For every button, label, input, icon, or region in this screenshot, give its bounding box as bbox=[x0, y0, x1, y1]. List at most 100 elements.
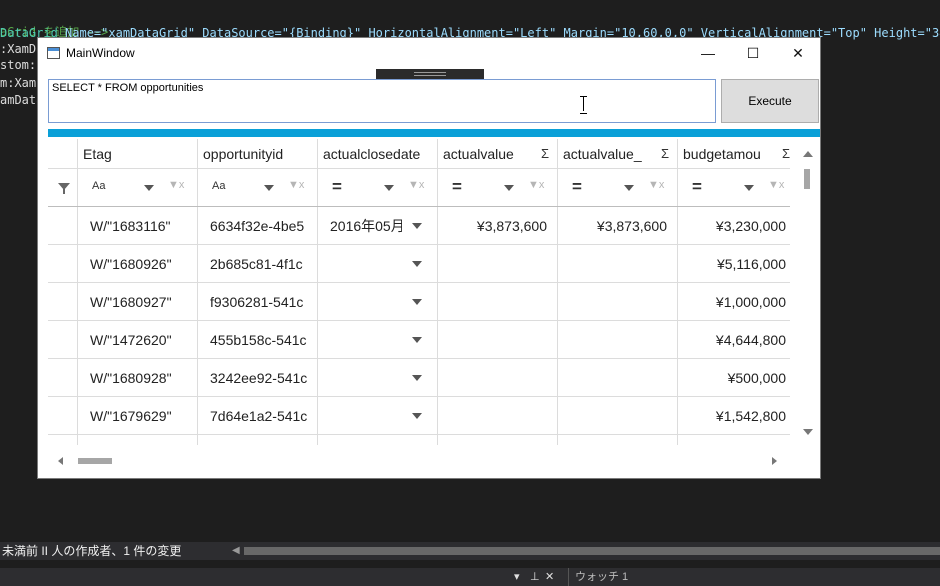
column-header-actualvalue[interactable]: actualvalue Σ bbox=[438, 139, 558, 168]
chevron-down-icon[interactable] bbox=[412, 223, 422, 229]
cell-actualvalue[interactable] bbox=[438, 435, 558, 445]
chevron-down-icon[interactable] bbox=[412, 261, 422, 267]
cell-opportunityid[interactable]: 2b685c81-4f1c bbox=[198, 245, 318, 282]
cell-actualclosedate[interactable]: 2016年05月 bbox=[318, 207, 438, 244]
watch-panel-title[interactable]: ウォッチ 1 bbox=[568, 568, 628, 586]
cell-opportunityid[interactable] bbox=[198, 435, 318, 445]
column-header-actualclosedate[interactable]: actualclosedate bbox=[318, 139, 438, 168]
cell-opportunityid[interactable]: 6634f32e-4be5 bbox=[198, 207, 318, 244]
table-row[interactable]: W/"1680928" 3242ee92-541c ¥500,000 bbox=[48, 359, 790, 397]
cell-etag[interactable]: W/"1683116" bbox=[78, 207, 198, 244]
cell-actualvalue[interactable] bbox=[438, 283, 558, 320]
close-button[interactable]: ✕ bbox=[775, 38, 820, 68]
chevron-down-icon[interactable] bbox=[624, 185, 634, 191]
clear-filter-icon[interactable]: ▼x bbox=[408, 179, 424, 191]
cell-budgetamount[interactable]: ¥1,000,000 bbox=[678, 283, 790, 320]
cell-actualvalue-base[interactable] bbox=[558, 397, 678, 434]
query-input[interactable]: SELECT * FROM opportunities bbox=[48, 79, 716, 123]
scroll-down-icon[interactable] bbox=[803, 429, 813, 435]
table-row[interactable]: W/"1683116" 6634f32e-4be5 2016年05月 ¥3,87… bbox=[48, 207, 790, 245]
sum-icon[interactable]: Σ bbox=[782, 139, 790, 168]
cell-budgetamount[interactable]: ¥3,230,000 bbox=[678, 207, 790, 244]
cell-actualvalue[interactable] bbox=[438, 321, 558, 358]
cell-actualvalue-base[interactable] bbox=[558, 321, 678, 358]
cell-budgetamount[interactable]: ¥500,000 bbox=[678, 359, 790, 396]
row-selector[interactable] bbox=[48, 321, 78, 358]
maximize-button[interactable]: ☐ bbox=[730, 38, 776, 68]
chevron-down-icon[interactable] bbox=[504, 185, 514, 191]
scroll-right-icon[interactable] bbox=[772, 457, 777, 465]
row-selector[interactable] bbox=[48, 359, 78, 396]
row-selector[interactable] bbox=[48, 435, 78, 445]
cell-opportunityid[interactable]: f9306281-541c bbox=[198, 283, 318, 320]
drag-grip-handle[interactable] bbox=[376, 69, 484, 79]
clear-filter-icon[interactable]: ▼x bbox=[288, 179, 304, 191]
chevron-down-icon[interactable] bbox=[144, 185, 154, 191]
cell-actualclosedate[interactable] bbox=[318, 359, 438, 396]
cell-etag[interactable]: W/"1679629" bbox=[78, 397, 198, 434]
row-selector[interactable] bbox=[48, 207, 78, 244]
column-header-budgetamount[interactable]: budgetamou Σ bbox=[678, 139, 790, 168]
scroll-left-icon[interactable]: ◀ bbox=[232, 545, 240, 556]
filter-cell-actualvalue-base[interactable]: = ▼x bbox=[558, 169, 678, 206]
filter-cell-opportunityid[interactable]: Aa ▼x bbox=[198, 169, 318, 206]
cell-budgetamount[interactable]: ¥4,644,800 bbox=[678, 321, 790, 358]
cell-actualclosedate[interactable] bbox=[318, 245, 438, 282]
clear-filter-icon[interactable]: ▼x bbox=[648, 179, 664, 191]
title-bar[interactable]: MainWindow — ☐ ✕ bbox=[38, 38, 820, 68]
cell-budgetamount[interactable]: ¥5,116,000 bbox=[678, 245, 790, 282]
sum-icon[interactable]: Σ bbox=[541, 139, 549, 168]
cell-actualvalue-base[interactable] bbox=[558, 435, 678, 445]
cell-etag[interactable]: W/"1680927" bbox=[78, 283, 198, 320]
chevron-down-icon[interactable] bbox=[412, 413, 422, 419]
cell-actualvalue[interactable] bbox=[438, 359, 558, 396]
table-row[interactable]: W/"1472620" 455b158c-541c ¥4,644,800 bbox=[48, 321, 790, 359]
cell-etag[interactable]: W/"1680928" bbox=[78, 359, 198, 396]
cell-budgetamount[interactable]: ¥1,542,800 bbox=[678, 397, 790, 434]
cell-opportunityid[interactable]: 455b158c-541c bbox=[198, 321, 318, 358]
execute-button[interactable]: Execute bbox=[721, 79, 819, 123]
panel-dropdown-icon[interactable]: ▾ bbox=[514, 568, 520, 586]
cell-etag[interactable]: W/"1680926" bbox=[78, 245, 198, 282]
vertical-scroll-thumb[interactable] bbox=[804, 169, 810, 189]
chevron-down-icon[interactable] bbox=[412, 337, 422, 343]
cell-actualclosedate[interactable] bbox=[318, 321, 438, 358]
cell-actualclosedate[interactable] bbox=[318, 397, 438, 434]
row-selector[interactable] bbox=[48, 245, 78, 282]
equals-filter-operator-icon[interactable]: = bbox=[332, 177, 342, 197]
cell-actualvalue[interactable]: ¥3,873,600 bbox=[438, 207, 558, 244]
horizontal-scrollbar[interactable] bbox=[48, 450, 790, 472]
cell-etag[interactable]: W/"1472620" bbox=[78, 321, 198, 358]
cell-etag[interactable] bbox=[78, 435, 198, 445]
column-header-opportunityid[interactable]: opportunityid bbox=[198, 139, 318, 168]
cell-actualvalue-base[interactable] bbox=[558, 359, 678, 396]
cell-actualvalue-base[interactable] bbox=[558, 245, 678, 282]
clear-filter-icon[interactable]: ▼x bbox=[168, 179, 184, 191]
scroll-up-icon[interactable] bbox=[803, 151, 813, 157]
panel-pin-icon[interactable]: ⊥ bbox=[530, 568, 540, 586]
cell-actualvalue-base[interactable]: ¥3,873,600 bbox=[558, 207, 678, 244]
clear-filter-icon[interactable]: ▼x bbox=[768, 179, 784, 191]
cell-actualclosedate[interactable] bbox=[318, 435, 438, 445]
row-selector[interactable] bbox=[48, 397, 78, 434]
filter-selector[interactable] bbox=[48, 169, 78, 206]
filter-cell-actualvalue[interactable]: = ▼x bbox=[438, 169, 558, 206]
table-row[interactable]: W/"1680927" f9306281-541c ¥1,000,000 bbox=[48, 283, 790, 321]
table-row-partial[interactable] bbox=[48, 435, 790, 445]
vs-horizontal-scroll-track[interactable] bbox=[244, 547, 940, 555]
scroll-left-icon[interactable] bbox=[58, 457, 63, 465]
table-row[interactable]: W/"1680926" 2b685c81-4f1c ¥5,116,000 bbox=[48, 245, 790, 283]
text-filter-operator-icon[interactable]: Aa bbox=[212, 180, 225, 192]
column-header-actualvalue-base[interactable]: actualvalue_ Σ bbox=[558, 139, 678, 168]
vertical-scrollbar[interactable] bbox=[796, 139, 820, 445]
cell-actualclosedate[interactable] bbox=[318, 283, 438, 320]
filter-cell-etag[interactable]: Aa ▼x bbox=[78, 169, 198, 206]
cell-actualvalue[interactable] bbox=[438, 397, 558, 434]
chevron-down-icon[interactable] bbox=[264, 185, 274, 191]
clear-filter-icon[interactable]: ▼x bbox=[528, 179, 544, 191]
row-selector[interactable] bbox=[48, 283, 78, 320]
minimize-button[interactable]: — bbox=[685, 38, 731, 68]
cell-actualvalue[interactable] bbox=[438, 245, 558, 282]
equals-filter-operator-icon[interactable]: = bbox=[692, 177, 702, 197]
text-filter-operator-icon[interactable]: Aa bbox=[92, 180, 105, 192]
